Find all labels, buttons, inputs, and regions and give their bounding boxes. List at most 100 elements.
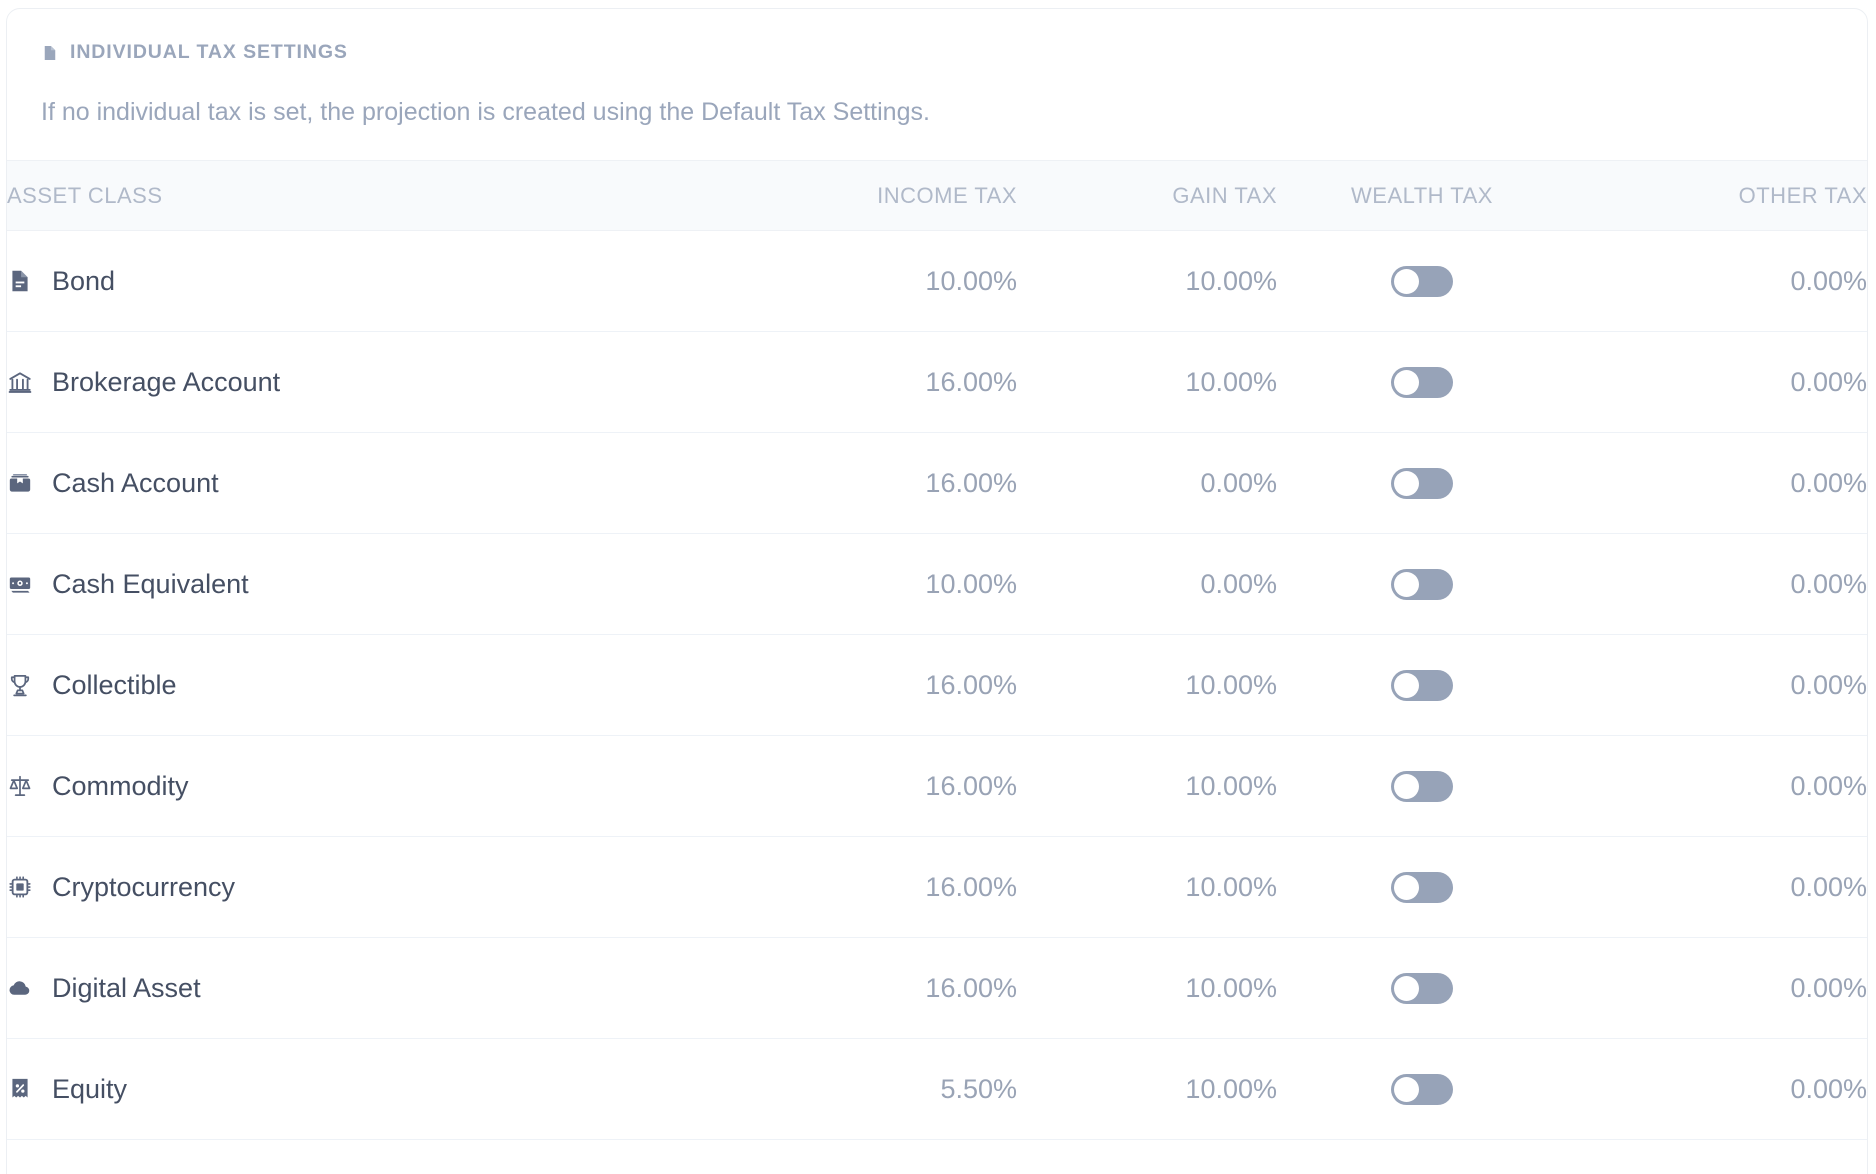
- wealth-tax-toggle[interactable]: [1391, 972, 1453, 1004]
- table-row[interactable]: Cash Account 16.00% 0.00% 0.00%: [7, 433, 1867, 534]
- toggle-knob: [1394, 571, 1419, 597]
- cell-other-tax[interactable]: 0.00%: [1567, 635, 1867, 736]
- tax-settings-table: ASSET CLASS INCOME TAX GAIN TAX WEALTH T…: [7, 160, 1867, 1140]
- asset-class-label: Cash Equivalent: [52, 568, 249, 599]
- cell-wealth-tax: [1277, 231, 1567, 332]
- cloud-icon: [7, 975, 33, 1001]
- cell-other-tax[interactable]: 0.00%: [1567, 736, 1867, 837]
- cell-gain-tax[interactable]: 0.00%: [1017, 534, 1277, 635]
- cell-income-tax[interactable]: 16.00%: [707, 938, 1017, 1039]
- asset-cell: Cryptocurrency: [7, 871, 707, 902]
- table-row[interactable]: Equity 5.50% 10.00% 0.00%: [7, 1039, 1867, 1140]
- asset-cell: Digital Asset: [7, 972, 707, 1003]
- cell-other-tax[interactable]: 0.00%: [1567, 938, 1867, 1039]
- cell-gain-tax[interactable]: 10.00%: [1017, 635, 1277, 736]
- column-header-other-tax: OTHER TAX: [1738, 182, 1867, 208]
- page-root: INDIVIDUAL TAX SETTINGS If no individual…: [0, 0, 1876, 1174]
- table-row[interactable]: Bond 10.00% 10.00% 0.00%: [7, 231, 1867, 332]
- table-row[interactable]: Cryptocurrency 16.00% 10.00% 0.00%: [7, 837, 1867, 938]
- cell-wealth-tax: [1277, 534, 1567, 635]
- cell-income-tax[interactable]: 16.00%: [707, 332, 1017, 433]
- wealth-tax-toggle[interactable]: [1391, 770, 1453, 802]
- cell-wealth-tax: [1277, 1039, 1567, 1140]
- cell-other-tax[interactable]: 0.00%: [1567, 1039, 1867, 1140]
- cell-gain-tax[interactable]: 10.00%: [1017, 1039, 1277, 1140]
- asset-class-label: Collectible: [52, 669, 177, 700]
- table-body: Bond 10.00% 10.00% 0.00% Brokerage Account 16…: [7, 231, 1867, 1140]
- asset-cell: Cash Account: [7, 467, 707, 498]
- wealth-tax-toggle[interactable]: [1391, 265, 1453, 297]
- wealth-tax-toggle[interactable]: [1391, 871, 1453, 903]
- cell-income-tax[interactable]: 16.00%: [707, 635, 1017, 736]
- cell-income-tax[interactable]: 10.00%: [707, 231, 1017, 332]
- file-document-icon: [44, 45, 56, 61]
- cell-wealth-tax: [1277, 433, 1567, 534]
- asset-cell: Bond: [7, 265, 707, 296]
- cell-gain-tax[interactable]: 10.00%: [1017, 837, 1277, 938]
- table-row[interactable]: Digital Asset 16.00% 10.00% 0.00%: [7, 938, 1867, 1039]
- trophy-icon: [7, 672, 33, 698]
- asset-class-label: Cryptocurrency: [52, 871, 236, 902]
- cell-asset-class: Cash Equivalent: [7, 534, 707, 635]
- cell-gain-tax[interactable]: 10.00%: [1017, 938, 1277, 1039]
- toggle-knob: [1394, 470, 1419, 496]
- card-subtitle: If no individual tax is set, the project…: [41, 98, 930, 126]
- cell-other-tax[interactable]: 0.00%: [1567, 231, 1867, 332]
- asset-cell: Brokerage Account: [7, 368, 707, 396]
- cell-other-tax[interactable]: 0.00%: [1567, 433, 1867, 534]
- toggle-knob: [1394, 1076, 1419, 1102]
- table-row[interactable]: Cash Equivalent 10.00% 0.00% 0.00%: [7, 534, 1867, 635]
- cell-income-tax[interactable]: 16.00%: [707, 837, 1017, 938]
- asset-class-label: Bond: [52, 265, 116, 296]
- wealth-tax-toggle[interactable]: [1391, 366, 1453, 398]
- cell-gain-tax[interactable]: 10.00%: [1017, 332, 1277, 433]
- card-title-row: INDIVIDUAL TAX SETTINGS: [41, 41, 1867, 65]
- toggle-knob: [1394, 672, 1419, 698]
- bank-icon: [7, 369, 33, 395]
- wealth-tax-toggle[interactable]: [1391, 1073, 1453, 1105]
- toggle-knob: [1394, 874, 1419, 900]
- cell-wealth-tax: [1277, 635, 1567, 736]
- wealth-tax-toggle[interactable]: [1391, 669, 1453, 701]
- scales-balance-icon: [7, 773, 33, 799]
- file-document-icon: [7, 268, 33, 294]
- toggle-knob: [1394, 268, 1419, 294]
- cell-other-tax[interactable]: 0.00%: [1567, 534, 1867, 635]
- cpu-chip-icon: [7, 874, 33, 900]
- receipt-percent-icon: [7, 1076, 33, 1102]
- cell-asset-class: Collectible: [7, 635, 707, 736]
- cell-income-tax[interactable]: 16.00%: [707, 433, 1017, 534]
- cell-other-tax[interactable]: 0.00%: [1567, 332, 1867, 433]
- asset-cell: Equity: [7, 1075, 707, 1103]
- cell-asset-class: Cash Account: [7, 433, 707, 534]
- cell-wealth-tax: [1277, 837, 1567, 938]
- wealth-tax-toggle[interactable]: [1391, 467, 1453, 499]
- cell-wealth-tax: [1277, 938, 1567, 1039]
- cell-wealth-tax: [1277, 332, 1567, 433]
- wallet-icon: [7, 470, 33, 496]
- cell-income-tax[interactable]: 10.00%: [707, 534, 1017, 635]
- wealth-tax-toggle[interactable]: [1391, 568, 1453, 600]
- individual-tax-settings-card: INDIVIDUAL TAX SETTINGS If no individual…: [6, 8, 1868, 1174]
- table-row[interactable]: Collectible 16.00% 10.00% 0.00%: [7, 635, 1867, 736]
- cell-income-tax[interactable]: 16.00%: [707, 736, 1017, 837]
- table-row[interactable]: Commodity 16.00% 10.00% 0.00%: [7, 736, 1867, 837]
- table-row[interactable]: Brokerage Account 16.00% 10.00% 0.00%: [7, 332, 1867, 433]
- table-header: ASSET CLASS INCOME TAX GAIN TAX WEALTH T…: [7, 160, 1867, 231]
- cell-gain-tax[interactable]: 10.00%: [1017, 231, 1277, 332]
- asset-cell: Cash Equivalent: [7, 568, 707, 599]
- page-title: INDIVIDUAL TAX SETTINGS: [70, 41, 348, 64]
- asset-cell: Commodity: [7, 770, 707, 801]
- cell-asset-class: Bond: [7, 231, 707, 332]
- cell-income-tax[interactable]: 5.50%: [707, 1039, 1017, 1140]
- cell-gain-tax[interactable]: 0.00%: [1017, 433, 1277, 534]
- asset-class-label: Commodity: [52, 770, 189, 801]
- cell-other-tax[interactable]: 0.00%: [1567, 837, 1867, 938]
- cell-gain-tax[interactable]: 10.00%: [1017, 736, 1277, 837]
- toggle-knob: [1394, 773, 1419, 799]
- column-header-wealth-tax: WEALTH TAX: [1351, 182, 1493, 208]
- cell-asset-class: Cryptocurrency: [7, 837, 707, 938]
- asset-class-label: Cash Account: [52, 467, 219, 498]
- asset-class-label: Digital Asset: [52, 972, 201, 1003]
- cell-asset-class: Commodity: [7, 736, 707, 837]
